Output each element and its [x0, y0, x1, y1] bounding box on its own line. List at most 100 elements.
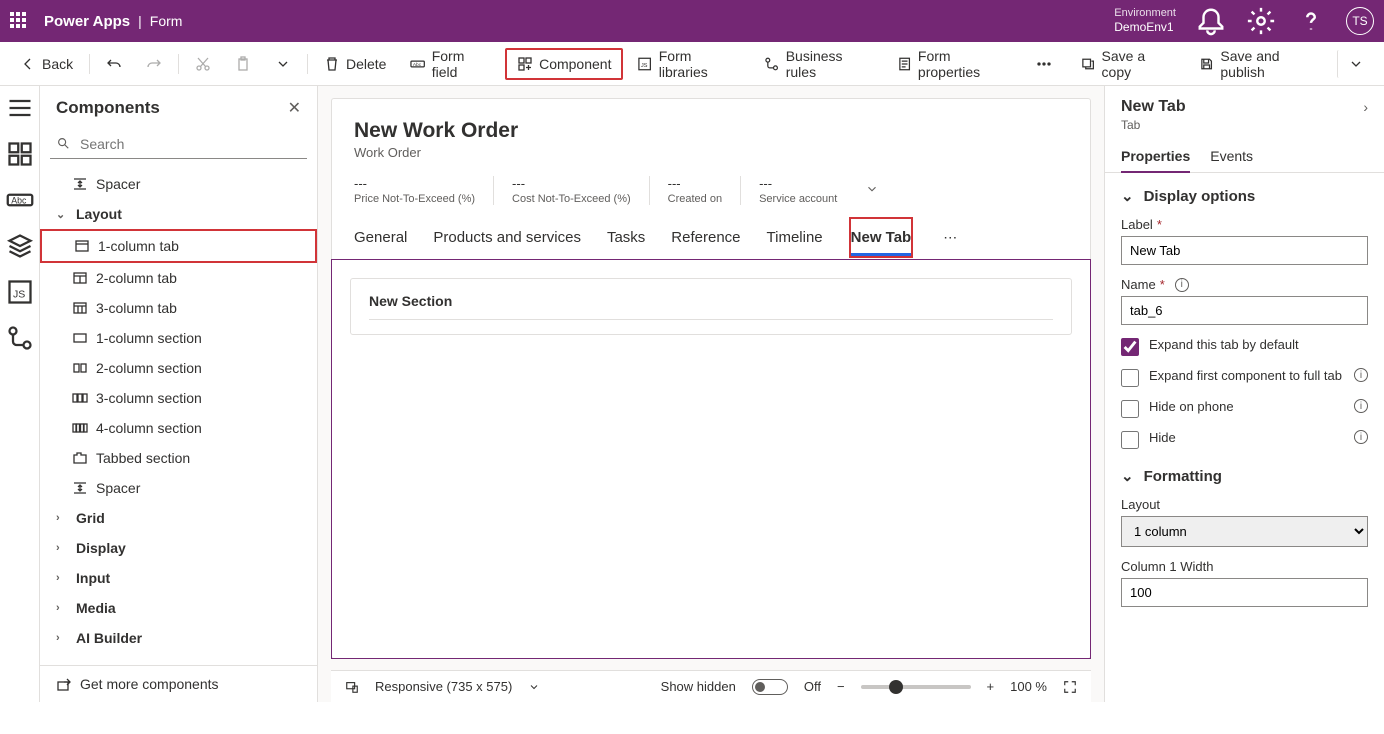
show-hidden-toggle[interactable] [752, 679, 788, 695]
close-panel-button[interactable]: ✕ [288, 98, 301, 118]
tree-group-media[interactable]: ›Media [40, 593, 317, 623]
undo-button[interactable] [96, 50, 132, 78]
header-field[interactable]: ---Service account [740, 176, 855, 205]
tab-reference[interactable]: Reference [671, 219, 740, 256]
tree-group-aibuilder[interactable]: ›AI Builder [40, 623, 317, 653]
tree-item-1col-tab[interactable]: 1-column tab [40, 229, 317, 263]
col-width-input[interactable] [1121, 578, 1368, 607]
form-section[interactable]: New Section [350, 278, 1072, 335]
environment-picker[interactable]: Environment DemoEnv1 [1106, 7, 1176, 35]
tab-tasks[interactable]: Tasks [607, 219, 645, 256]
header-field[interactable]: ---Cost Not-To-Exceed (%) [493, 176, 649, 205]
tab-timeline[interactable]: Timeline [767, 219, 823, 256]
app-launcher-icon[interactable] [10, 12, 28, 30]
props-tab-properties[interactable]: Properties [1121, 140, 1190, 172]
hamburger-icon [6, 94, 34, 122]
tree-group-grid[interactable]: ›Grid [40, 503, 317, 533]
chevron-down-icon [275, 56, 291, 72]
header-field[interactable]: ---Price Not-To-Exceed (%) [354, 176, 493, 205]
info-icon[interactable]: i [1175, 278, 1189, 292]
app-bar: Power Apps | Form Environment DemoEnv1 T… [0, 0, 1384, 42]
env-label: Environment [1114, 7, 1176, 20]
tree-item-spacer2[interactable]: Spacer [40, 473, 317, 503]
rail-layers[interactable] [6, 232, 34, 260]
tree-item-spacer[interactable]: Spacer [40, 169, 317, 199]
tree-group-input[interactable]: ›Input [40, 563, 317, 593]
tree-item-1col-section[interactable]: 1-column section [40, 323, 317, 353]
name-input[interactable] [1121, 296, 1368, 325]
paste-options-button[interactable] [265, 50, 301, 78]
user-avatar[interactable]: TS [1346, 7, 1374, 35]
rail-components[interactable] [6, 140, 34, 168]
show-hidden-label: Show hidden [661, 679, 736, 694]
responsive-label[interactable]: Responsive (735 x 575) [375, 679, 512, 694]
layout-select[interactable]: 1 column [1121, 516, 1368, 547]
cut-button[interactable] [185, 50, 221, 78]
tree-item-tabbed-section[interactable]: Tabbed section [40, 443, 317, 473]
save-options-button[interactable] [1337, 50, 1374, 78]
more-commands-button[interactable] [1026, 50, 1062, 78]
info-icon[interactable]: i [1354, 368, 1368, 382]
brand-name: Power Apps [44, 13, 130, 30]
tab-content[interactable]: New Section [331, 259, 1091, 659]
tree-item-2col-section[interactable]: 2-column section [40, 353, 317, 383]
props-tab-events[interactable]: Events [1210, 140, 1253, 172]
get-more-components-button[interactable]: Get more components [40, 665, 317, 702]
properties-panel: New Tab › Tab Properties Events ⌄Display… [1104, 86, 1384, 702]
hide-checkbox[interactable]: Hidei [1121, 430, 1368, 449]
tree-item-3col-section[interactable]: 3-column section [40, 383, 317, 413]
header-expand-button[interactable] [865, 182, 879, 199]
rail-rules[interactable] [6, 324, 34, 352]
rail-js[interactable]: JS [6, 278, 34, 306]
form-entity: Work Order [354, 145, 1068, 160]
rules-icon [764, 56, 779, 72]
tree-item-4col-section[interactable]: 4-column section [40, 413, 317, 443]
zoom-slider[interactable] [861, 685, 971, 689]
save-copy-button[interactable]: Save a copy [1070, 42, 1185, 86]
props-expand-button[interactable]: › [1363, 99, 1368, 115]
expand-first-checkbox[interactable]: Expand first component to full tabi [1121, 368, 1368, 387]
settings-button[interactable] [1246, 6, 1276, 36]
tree-group-layout[interactable]: ⌄Layout [40, 199, 317, 229]
tabs-overflow-button[interactable]: ⋯ [939, 219, 961, 256]
form-libraries-button[interactable]: JSForm libraries [627, 42, 750, 86]
section-display-options[interactable]: ⌄Display options [1121, 187, 1368, 205]
back-arrow-icon [20, 56, 36, 72]
props-title: New Tab [1121, 98, 1186, 116]
tree-item-2col-tab[interactable]: 2-column tab [40, 263, 317, 293]
form-field-button[interactable]: AbcForm field [400, 42, 501, 86]
env-name: DemoEnv1 [1114, 20, 1176, 34]
label-input[interactable] [1121, 236, 1368, 265]
section-formatting[interactable]: ⌄Formatting [1121, 467, 1368, 485]
form-properties-button[interactable]: Form properties [887, 42, 1023, 86]
component-button[interactable]: Component [505, 48, 623, 80]
brand-separator: | [130, 13, 150, 29]
zoom-out-button[interactable]: − [837, 679, 845, 694]
tab-products[interactable]: Products and services [433, 219, 581, 256]
notifications-button[interactable] [1196, 6, 1226, 36]
redo-button[interactable] [136, 50, 172, 78]
header-field[interactable]: ---Created on [649, 176, 740, 205]
fit-icon[interactable] [1063, 680, 1077, 694]
hide-phone-checkbox[interactable]: Hide on phonei [1121, 399, 1368, 418]
panel-title: Components [56, 98, 160, 118]
delete-button[interactable]: Delete [314, 50, 396, 78]
rail-field[interactable]: Abc [6, 186, 34, 214]
component-search-input[interactable] [50, 130, 307, 159]
paste-button[interactable] [225, 50, 261, 78]
expand-default-checkbox[interactable]: Expand this tab by default [1121, 337, 1368, 356]
info-icon[interactable]: i [1354, 430, 1368, 444]
tree-item-3col-tab[interactable]: 3-column tab [40, 293, 317, 323]
back-button[interactable]: Back [10, 50, 83, 78]
svg-text:Abc: Abc [413, 61, 422, 67]
tab-general[interactable]: General [354, 219, 407, 256]
info-icon[interactable]: i [1354, 399, 1368, 413]
tab-new[interactable]: New Tab [851, 219, 912, 256]
help-button[interactable] [1296, 6, 1326, 36]
business-rules-button[interactable]: Business rules [754, 42, 882, 86]
rail-hamburger[interactable] [6, 94, 34, 122]
save-publish-button[interactable]: Save and publish [1189, 42, 1333, 86]
zoom-in-button[interactable]: + [987, 679, 995, 694]
tree-group-display[interactable]: ›Display [40, 533, 317, 563]
form-card: New Work Order Work Order ---Price Not-T… [331, 98, 1091, 659]
